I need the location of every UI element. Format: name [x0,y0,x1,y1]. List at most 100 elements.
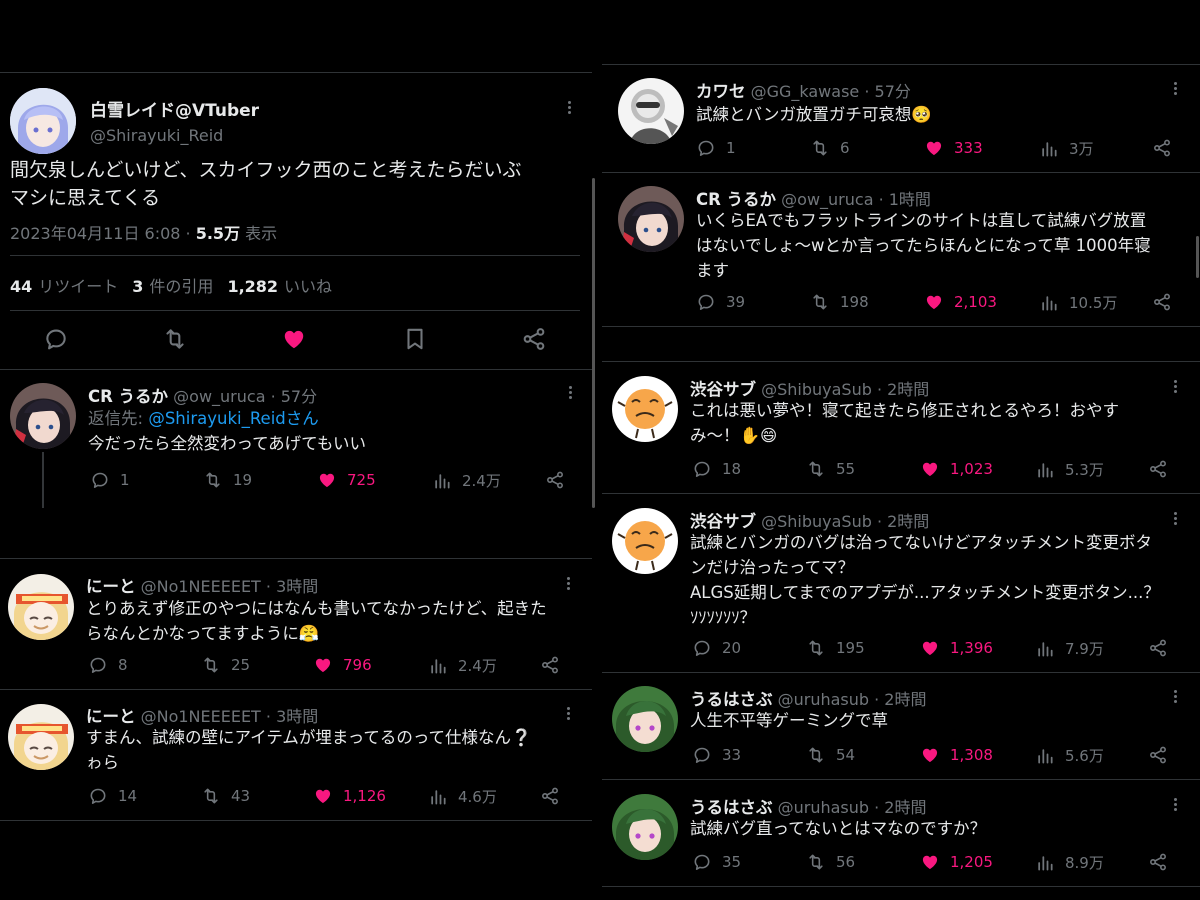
more-icon[interactable] [1172,82,1178,97]
avatar[interactable] [10,88,76,154]
reply-author-name[interactable]: うるはさぶ [690,798,773,817]
share-action[interactable] [1152,138,1172,158]
like-action[interactable]: 796 [313,655,372,675]
author-name[interactable]: 白雪レイド@VTuber [90,96,259,121]
views-action[interactable]: 2.4万 [432,470,501,491]
reply-action[interactable]: 39 [696,292,745,312]
reply-author-name[interactable]: にーと [86,577,136,596]
retweet-action[interactable]: 55 [806,459,855,479]
share-action[interactable] [545,470,565,490]
reply-author-handle[interactable]: @ow_uruca · 1時間 [781,190,931,209]
avatar[interactable] [618,186,684,252]
reply-author-handle[interactable]: @GG_kawase · 57分 [751,82,911,101]
reply-action[interactable]: 33 [692,745,741,765]
scrollbar[interactable] [1196,236,1199,278]
like-action[interactable]: 725 [317,470,376,490]
avatar[interactable] [612,794,678,860]
more-icon[interactable] [566,101,572,116]
share-action[interactable] [1152,292,1172,312]
like-action[interactable]: 333 [924,138,983,158]
retweet-action[interactable]: 198 [810,292,869,312]
replying-to-link[interactable]: @Shirayuki_Reidさん [148,409,318,428]
retweet-action[interactable]: 19 [203,470,252,490]
share-action[interactable] [540,655,560,675]
more-icon[interactable] [1172,380,1178,395]
quote-stat[interactable]: 3 件の引用 [132,273,213,297]
reply-author-handle[interactable]: @No1NEEEEET · 3時間 [141,577,319,596]
avatar[interactable] [8,574,74,640]
retweet-action[interactable]: 54 [806,745,855,765]
avatar[interactable] [8,704,74,770]
retweet-action[interactable]: 6 [810,138,850,158]
bookmark-icon[interactable] [402,326,428,352]
reply-author-name[interactable]: にーと [86,707,136,726]
reply-author-handle[interactable]: @uruhasub · 2時間 [778,690,927,709]
like-count: 333 [954,139,983,157]
reply-action[interactable]: 1 [90,470,130,490]
scrollbar[interactable] [592,178,595,508]
more-icon[interactable] [567,386,573,401]
reply-author-handle[interactable]: @ow_uruca · 57分 [173,387,317,406]
views-action[interactable]: 2.4万 [428,655,497,676]
views-action[interactable]: 8.9万 [1035,852,1104,873]
like-stat[interactable]: 1,282 いいね [227,273,332,297]
reply-author-handle[interactable]: @uruhasub · 2時間 [778,798,927,817]
like-action[interactable]: 2,103 [924,292,997,312]
reply-author-handle[interactable]: @No1NEEEEET · 3時間 [141,707,319,726]
more-icon[interactable] [1172,690,1178,705]
divider [602,886,1200,887]
avatar[interactable] [618,78,684,144]
retweet-action[interactable]: 43 [201,786,250,806]
retweet-action[interactable]: 195 [806,638,865,658]
views-action[interactable]: 5.6万 [1035,745,1104,766]
retweet-action[interactable]: 25 [201,655,250,675]
more-icon[interactable] [1172,512,1178,527]
more-icon[interactable] [1172,798,1178,813]
share-action[interactable] [1148,638,1168,658]
reply-author-name[interactable]: 渋谷サブ [690,512,756,531]
reply-icon[interactable] [43,326,69,352]
tweet-datetime[interactable]: 2023年04月11日 6:08 · [10,224,196,243]
reply-author-handle[interactable]: @ShibuyaSub · 2時間 [761,380,929,399]
reply-author-handle[interactable]: @ShibuyaSub · 2時間 [761,512,929,531]
like-action[interactable]: 1,396 [920,638,993,658]
reply-action[interactable]: 35 [692,852,741,872]
more-icon[interactable] [565,577,571,592]
reply-action[interactable]: 18 [692,459,741,479]
like-icon[interactable] [281,326,307,352]
author-handle[interactable]: @Shirayuki_Reid [90,126,223,145]
share-action[interactable] [1148,745,1168,765]
avatar[interactable] [612,508,678,574]
like-action[interactable]: 1,205 [920,852,993,872]
views-action[interactable]: 3万 [1039,138,1094,159]
views-action[interactable]: 7.9万 [1035,638,1104,659]
reply-action[interactable]: 14 [88,786,137,806]
reply-author-name[interactable]: カワセ [696,82,746,101]
reply-author-name[interactable]: CR うるか [696,190,776,209]
reply-author-name[interactable]: CR うるか [88,387,168,406]
avatar[interactable] [10,383,76,449]
avatar[interactable] [612,686,678,752]
reply-action[interactable]: 20 [692,638,741,658]
view-count: 8.9万 [1065,854,1104,872]
retweet-icon[interactable] [162,326,188,352]
views-action[interactable]: 10.5万 [1039,292,1117,313]
share-action[interactable] [1148,852,1168,872]
avatar[interactable] [612,376,678,442]
like-action[interactable]: 1,308 [920,745,993,765]
retweet-count: 25 [231,656,251,674]
like-action[interactable]: 1,023 [920,459,993,479]
views-action[interactable]: 4.6万 [428,786,497,807]
views-action[interactable]: 5.3万 [1035,459,1104,480]
share-icon[interactable] [521,326,547,352]
reply-action[interactable]: 8 [88,655,128,675]
share-action[interactable] [1148,459,1168,479]
share-action[interactable] [540,786,560,806]
reply-author-name[interactable]: 渋谷サブ [690,380,756,399]
retweet-stat[interactable]: 44 リツイート [10,273,118,297]
more-icon[interactable] [565,707,571,722]
reply-action[interactable]: 1 [696,138,736,158]
like-action[interactable]: 1,126 [313,786,386,806]
reply-author-name[interactable]: うるはさぶ [690,690,773,709]
retweet-action[interactable]: 56 [806,852,855,872]
